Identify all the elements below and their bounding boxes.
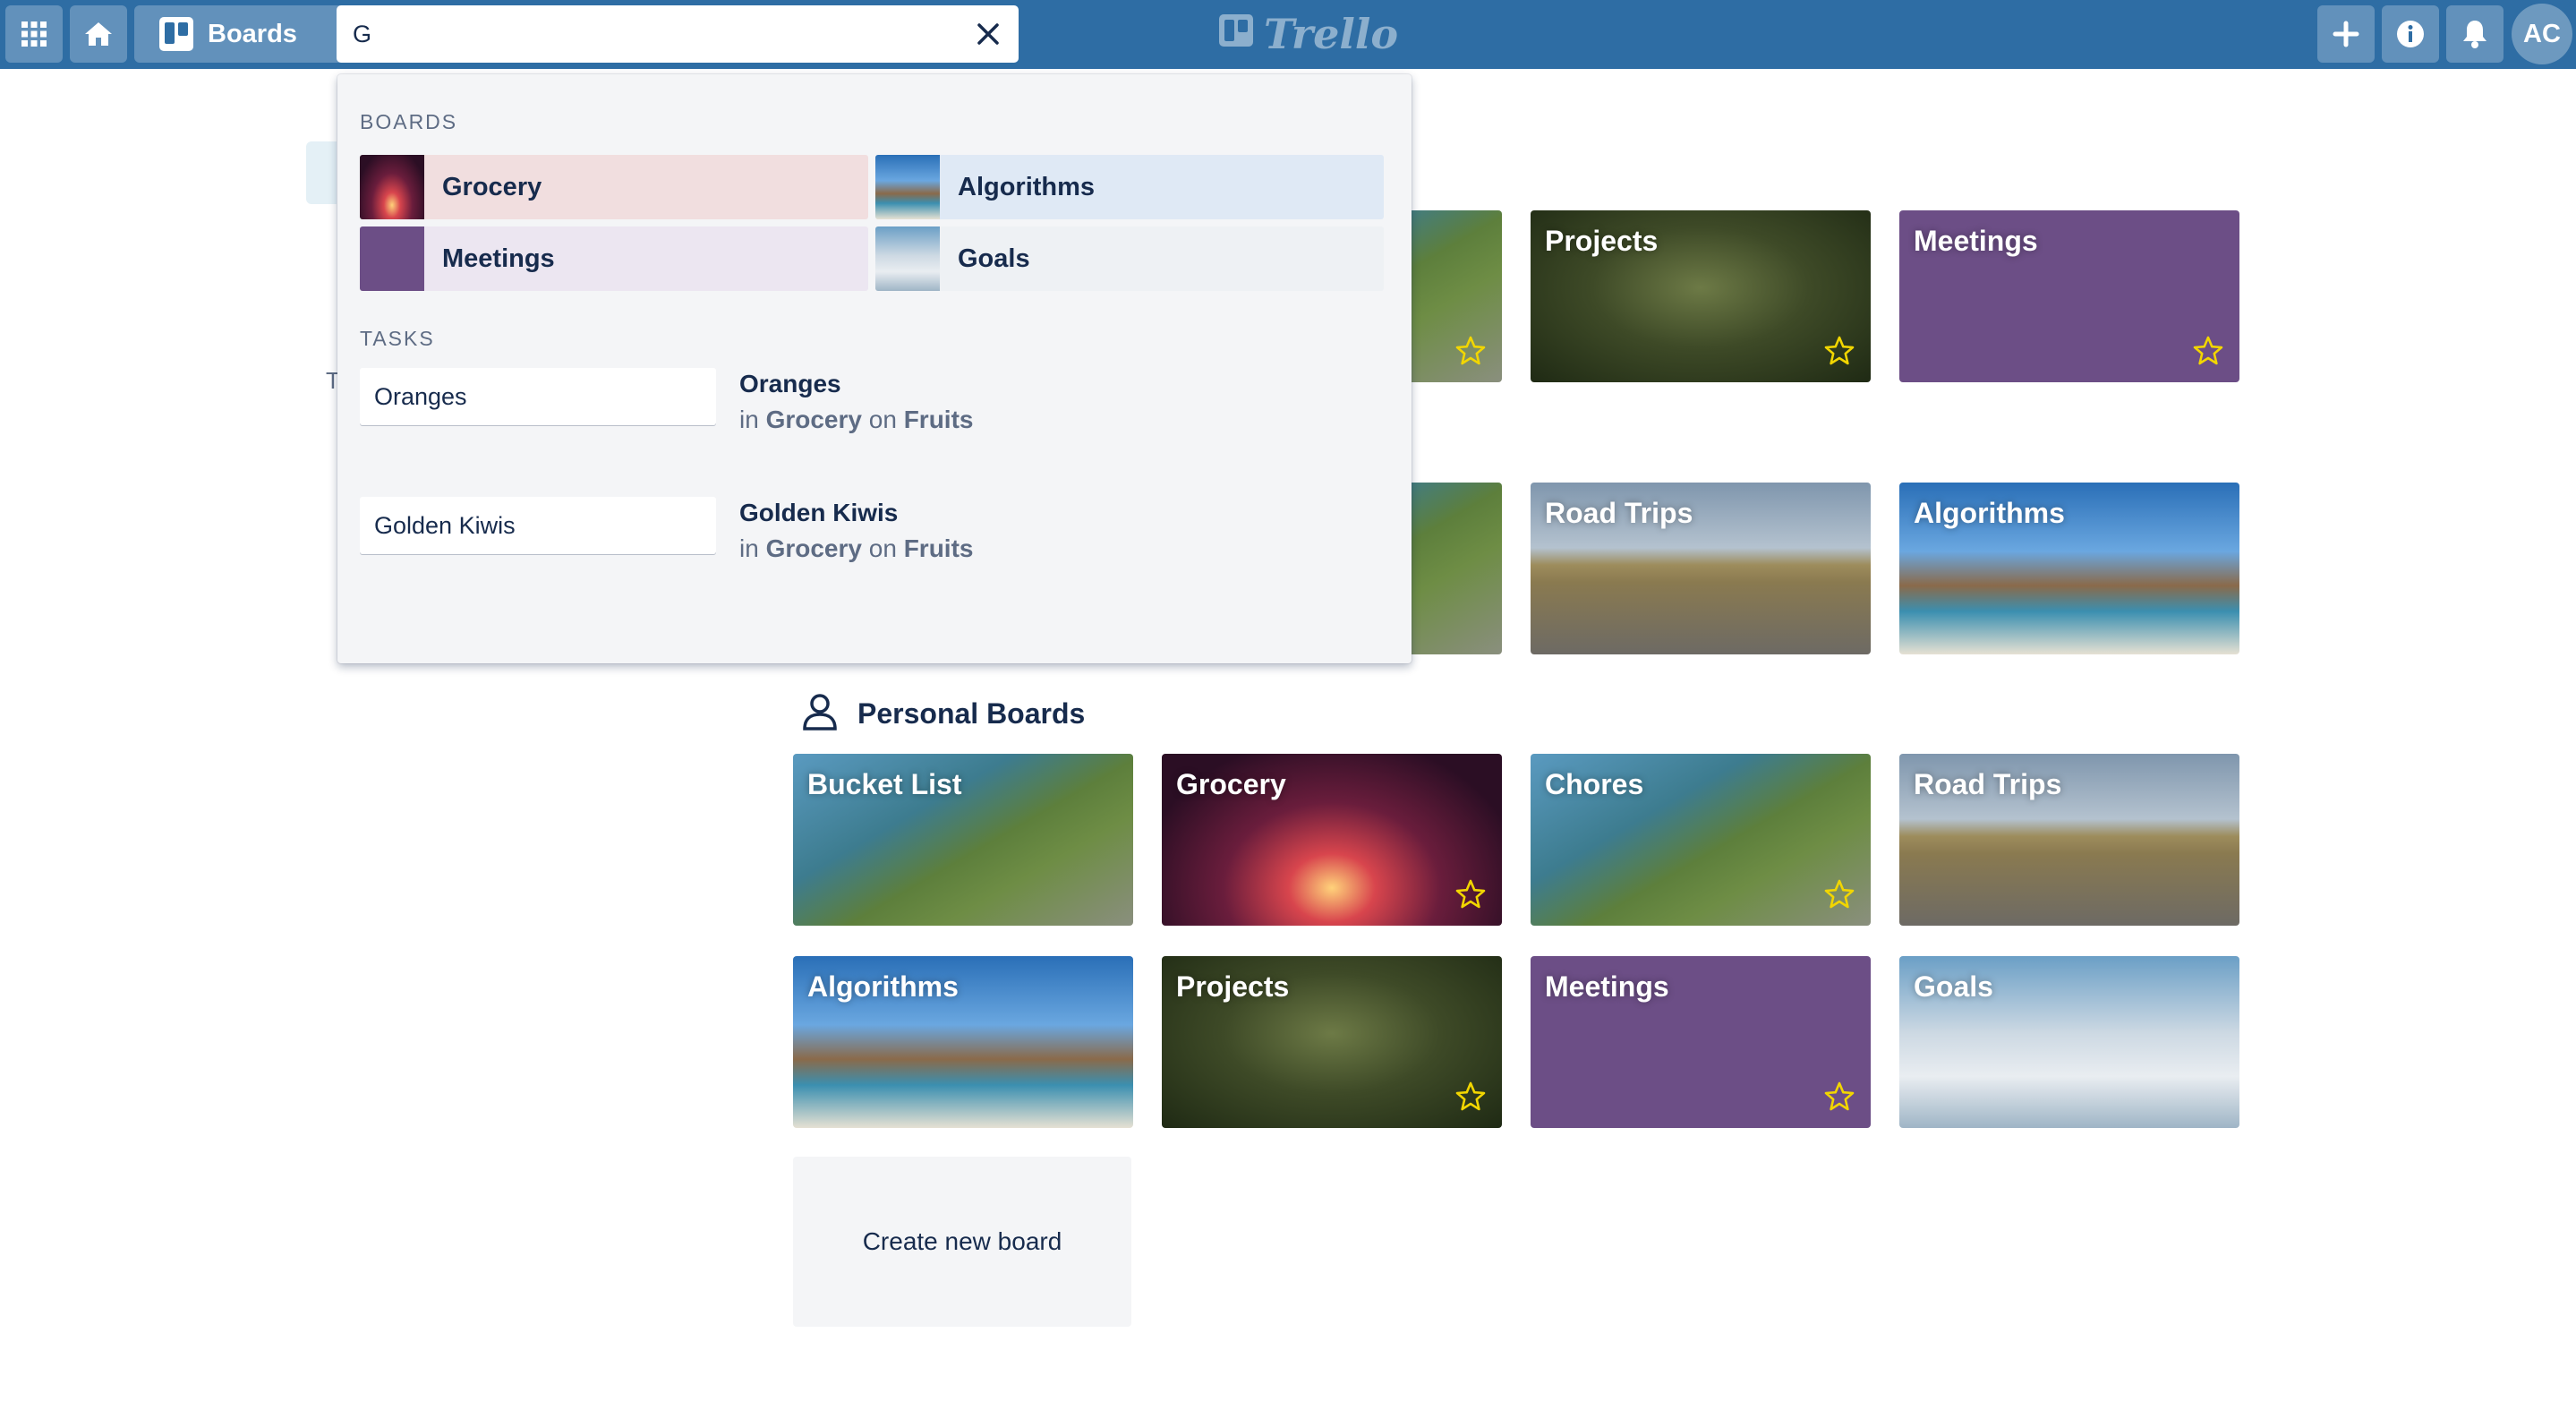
tasks-results-label: TASKS [360, 327, 435, 350]
board-result-name: Goals [958, 244, 1030, 273]
board-tile[interactable]: Algorithms [1899, 483, 2239, 654]
boards-results-label: BOARDS [360, 110, 458, 133]
task-location-board: Grocery [765, 406, 862, 433]
sidebar-item-boards[interactable] [306, 141, 337, 204]
create-button[interactable] [2317, 5, 2375, 63]
board-tile-title: Road Trips [1545, 497, 1693, 529]
board-tile-title: Projects [1545, 225, 1659, 257]
board-tile[interactable]: Algorithms [793, 956, 1133, 1128]
board-tile[interactable]: Bucket List [793, 754, 1133, 926]
board-tile-title: Projects [1176, 970, 1290, 1003]
board-tile-title: Goals [1914, 970, 1993, 1003]
board-result-name: Grocery [442, 172, 542, 201]
board-tile-title: Meetings [1914, 225, 2038, 257]
star-icon[interactable] [2193, 336, 2223, 366]
task-result-card[interactable]: Oranges [360, 368, 716, 425]
task-location-list: Fruits [903, 406, 974, 433]
board-tile-title: Algorithms [807, 970, 959, 1003]
task-location-list: Fruits [903, 534, 974, 562]
search-box [337, 5, 1019, 63]
bell-icon [2461, 19, 2488, 49]
trello-logo-icon [1219, 10, 1255, 58]
search-input[interactable] [353, 5, 943, 63]
home-icon [83, 21, 114, 47]
board-result-item[interactable]: Goals [875, 226, 1384, 291]
boards-button-label: Boards [208, 19, 297, 48]
apps-button[interactable] [5, 5, 63, 63]
close-icon[interactable] [972, 18, 1004, 50]
board-result-item[interactable]: Grocery [360, 155, 868, 219]
task-result-name[interactable]: Golden Kiwis [739, 499, 898, 527]
board-tile[interactable]: Projects [1531, 210, 1871, 382]
task-location-board: Grocery [765, 534, 862, 562]
task-result-location: in Grocery on Fruits [739, 534, 973, 563]
task-location-in: in [739, 534, 766, 562]
board-result-thumbnail [875, 155, 940, 219]
board-result-thumbnail [360, 155, 424, 219]
board-tile[interactable]: Road Trips [1531, 483, 1871, 654]
task-result-name[interactable]: Oranges [739, 370, 841, 398]
star-icon[interactable] [1455, 336, 1486, 366]
board-tile[interactable]: Chores [1531, 754, 1871, 926]
star-icon[interactable] [1455, 1081, 1486, 1112]
section-title: Personal Boards [857, 697, 1086, 730]
board-tile-title: Algorithms [1914, 497, 2065, 529]
board-tile-title: Chores [1545, 768, 1644, 800]
board-tile-title: Road Trips [1914, 768, 2062, 800]
board-tile-title: Grocery [1176, 768, 1286, 800]
trello-logo-text: Trello [1264, 10, 1399, 58]
apps-grid-icon [21, 21, 47, 47]
star-icon[interactable] [1824, 336, 1855, 366]
personal-boards-heading: Personal Boards [802, 693, 1085, 735]
star-icon[interactable] [1455, 879, 1486, 910]
board-tile[interactable]: Meetings [1899, 210, 2239, 382]
person-icon [802, 693, 838, 735]
avatar[interactable]: AC [2512, 4, 2572, 64]
boards-icon [159, 17, 193, 51]
board-tile[interactable]: Road Trips [1899, 754, 2239, 926]
search-results-popover: BOARDS Grocery Algorithms Meetings Goals TA… [337, 74, 1412, 663]
board-result-thumbnail [875, 226, 940, 291]
task-result-location: in Grocery on Fruits [739, 406, 973, 434]
star-icon[interactable] [1824, 1081, 1855, 1112]
board-tile[interactable]: Projects [1162, 956, 1502, 1128]
create-board-button[interactable]: Create new board [793, 1157, 1131, 1327]
notifications-button[interactable] [2446, 5, 2503, 63]
home-button[interactable] [70, 5, 127, 63]
board-tile[interactable]: Meetings [1531, 956, 1871, 1128]
trello-logo[interactable]: Trello [1219, 7, 1398, 61]
board-tile[interactable]: Grocery [1162, 754, 1502, 926]
top-header: Boards Trello [0, 0, 2576, 69]
board-result-thumbnail [360, 226, 424, 291]
task-result-card[interactable]: Golden Kiwis [360, 497, 716, 554]
star-icon[interactable] [1824, 879, 1855, 910]
board-tile-title: Meetings [1545, 970, 1669, 1003]
plus-icon [2332, 20, 2360, 48]
task-location-in: in [739, 406, 766, 433]
task-location-on: on [861, 406, 904, 433]
task-location-on: on [861, 534, 904, 562]
board-result-item[interactable]: Meetings [360, 226, 868, 291]
board-result-item[interactable]: Algorithms [875, 155, 1384, 219]
info-button[interactable] [2382, 5, 2439, 63]
board-tile-title: Bucket List [807, 768, 962, 800]
board-result-name: Meetings [442, 244, 555, 273]
board-tile[interactable]: Goals [1899, 956, 2239, 1128]
board-result-name: Algorithms [958, 172, 1096, 201]
info-icon [2396, 20, 2425, 48]
